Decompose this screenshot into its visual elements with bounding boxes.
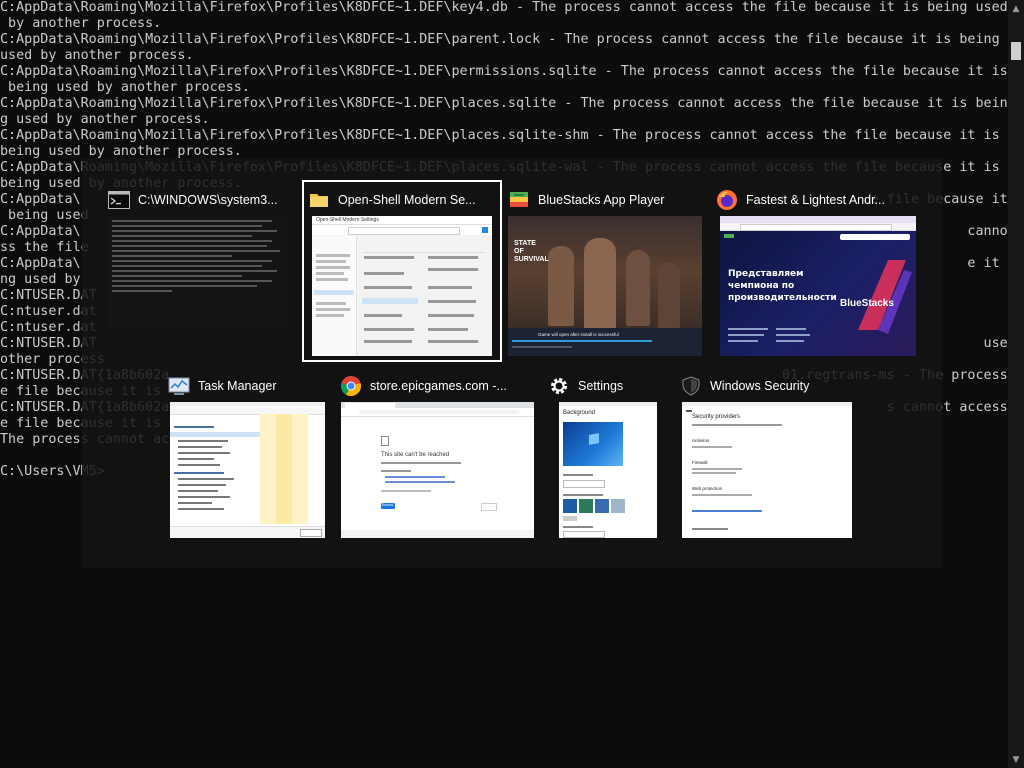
task-manager-icon bbox=[168, 375, 190, 397]
window-thumbnail: Background bbox=[559, 402, 657, 538]
window-tile-windows-security[interactable]: Windows Security Security providers Anti… bbox=[680, 370, 855, 540]
window-title: Windows Security bbox=[710, 379, 810, 393]
window-title: Fastest & Lightest Andr... bbox=[746, 193, 885, 207]
window-tile-chrome[interactable]: store.epicgames.com -... This site can't… bbox=[340, 370, 536, 540]
thumbnail-text: BlueStacks bbox=[840, 298, 894, 309]
thumbnail-text: Antivirus bbox=[692, 438, 710, 443]
thumbnail-text: STATE OF SURVIVAL bbox=[514, 240, 549, 263]
shield-icon bbox=[680, 375, 702, 397]
thumbnail-text: Представляем чемпиона по производительно… bbox=[728, 269, 837, 303]
window-thumbnail bbox=[108, 216, 288, 328]
window-title: Task Manager bbox=[198, 379, 277, 393]
window-title: BlueStacks App Player bbox=[538, 193, 665, 207]
window-thumbnail: Security providers Antivirus Firewall We… bbox=[682, 402, 852, 538]
window-thumbnail: STATE OF SURVIVAL Game will open after i… bbox=[508, 216, 702, 356]
window-thumbnail: Open-Shell Modern Settings bbox=[312, 216, 492, 356]
window-tile-task-manager[interactable]: Task Manager bbox=[168, 370, 328, 540]
firefox-icon bbox=[716, 189, 738, 211]
window-thumbnail bbox=[170, 402, 325, 538]
thumbnail-text: Firewall bbox=[692, 460, 708, 465]
gear-icon bbox=[548, 375, 570, 397]
window-tile-open-shell[interactable]: Open-Shell Modern Se... Open-Shell Moder… bbox=[308, 184, 494, 360]
window-thumbnail: This site can't be reached Reload bbox=[341, 402, 534, 538]
folder-icon bbox=[308, 189, 330, 211]
window-tile-firefox[interactable]: Fastest & Lightest Andr... Представляем … bbox=[716, 184, 916, 360]
thumbnail-text: Background bbox=[563, 410, 596, 416]
thumbnail-text: Security providers bbox=[692, 414, 741, 420]
thumbnail-text: Web protection bbox=[692, 486, 723, 491]
window-thumbnail: Представляем чемпиона по производительно… bbox=[720, 216, 916, 356]
console-scrollbar[interactable]: ▲ ▼ bbox=[1008, 0, 1024, 768]
window-tile-bluestacks[interactable]: BlueStacks App Player STATE OF SURVIVAL … bbox=[508, 184, 702, 360]
chrome-icon bbox=[340, 375, 362, 397]
window-tile-cmd[interactable]: C:\WINDOWS\system3... bbox=[108, 184, 288, 360]
thumbnail-text: Game will open after install is successf… bbox=[538, 332, 619, 337]
thumbnail-text: This site can't be reached bbox=[381, 452, 450, 458]
decorative-graphic bbox=[858, 260, 912, 334]
window-title: store.epicgames.com -... bbox=[370, 379, 507, 393]
thumbnail-text: Reload bbox=[382, 503, 394, 507]
cmd-icon bbox=[108, 189, 130, 211]
window-title: Settings bbox=[578, 379, 624, 393]
scroll-down-arrow-icon[interactable]: ▼ bbox=[1008, 752, 1024, 768]
bluestacks-icon bbox=[508, 189, 530, 211]
scroll-thumb[interactable] bbox=[1011, 42, 1021, 60]
scroll-up-arrow-icon[interactable]: ▲ bbox=[1008, 0, 1024, 16]
window-title: C:\WINDOWS\system3... bbox=[138, 193, 278, 207]
window-tile-settings[interactable]: Settings Background bbox=[548, 370, 658, 540]
thumbnail-text: Open-Shell Modern Settings bbox=[316, 217, 379, 223]
window-title: Open-Shell Modern Se... bbox=[338, 193, 476, 207]
task-switcher: C:\WINDOWS\system3... Open-Shell Modern … bbox=[82, 158, 942, 568]
